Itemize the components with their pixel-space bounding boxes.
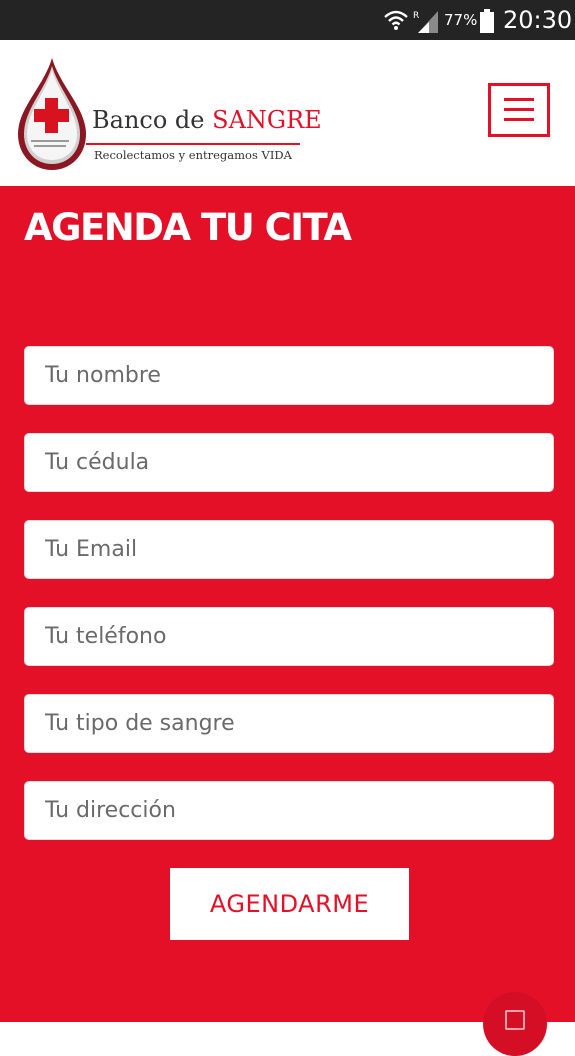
blood-type-field[interactable] (24, 694, 554, 753)
address-field[interactable] (24, 781, 554, 840)
brand-title-prefix: Banco de (92, 106, 213, 134)
menu-bar (504, 98, 534, 101)
name-field[interactable] (24, 346, 554, 405)
svg-text:R: R (413, 11, 419, 21)
brand-title-accent: SANGRE (212, 106, 322, 134)
square-icon (505, 1010, 525, 1030)
menu-bar (504, 118, 534, 121)
scroll-to-top-button[interactable] (483, 992, 547, 1056)
battery-percentage: 77% (444, 11, 478, 29)
site-header: Banco de SANGRE Recolectamos y entregamo… (0, 40, 575, 186)
wifi-icon (384, 10, 408, 30)
id-number-field[interactable] (24, 433, 554, 492)
email-field[interactable] (24, 520, 554, 579)
status-bar: R 77% 20:30 (0, 0, 575, 40)
clock: 20:30 (503, 6, 573, 34)
brand-divider (86, 143, 300, 145)
blood-drop-icon (18, 58, 86, 170)
menu-bar (504, 108, 534, 111)
phone-field[interactable] (24, 607, 554, 666)
appointment-section: AGENDA TU CITA AGENDARME (0, 186, 575, 1056)
logo[interactable]: Banco de SANGRE Recolectamos y entregamo… (14, 56, 322, 172)
hamburger-menu-icon[interactable] (488, 83, 550, 137)
page-title: AGENDA TU CITA (24, 206, 352, 249)
submit-button[interactable]: AGENDARME (170, 868, 409, 940)
brand-title: Banco de SANGRE (92, 106, 322, 134)
signal-icon: R (413, 11, 438, 33)
brand-tagline: Recolectamos y entregamos VIDA (94, 148, 292, 162)
battery-icon (480, 9, 494, 33)
